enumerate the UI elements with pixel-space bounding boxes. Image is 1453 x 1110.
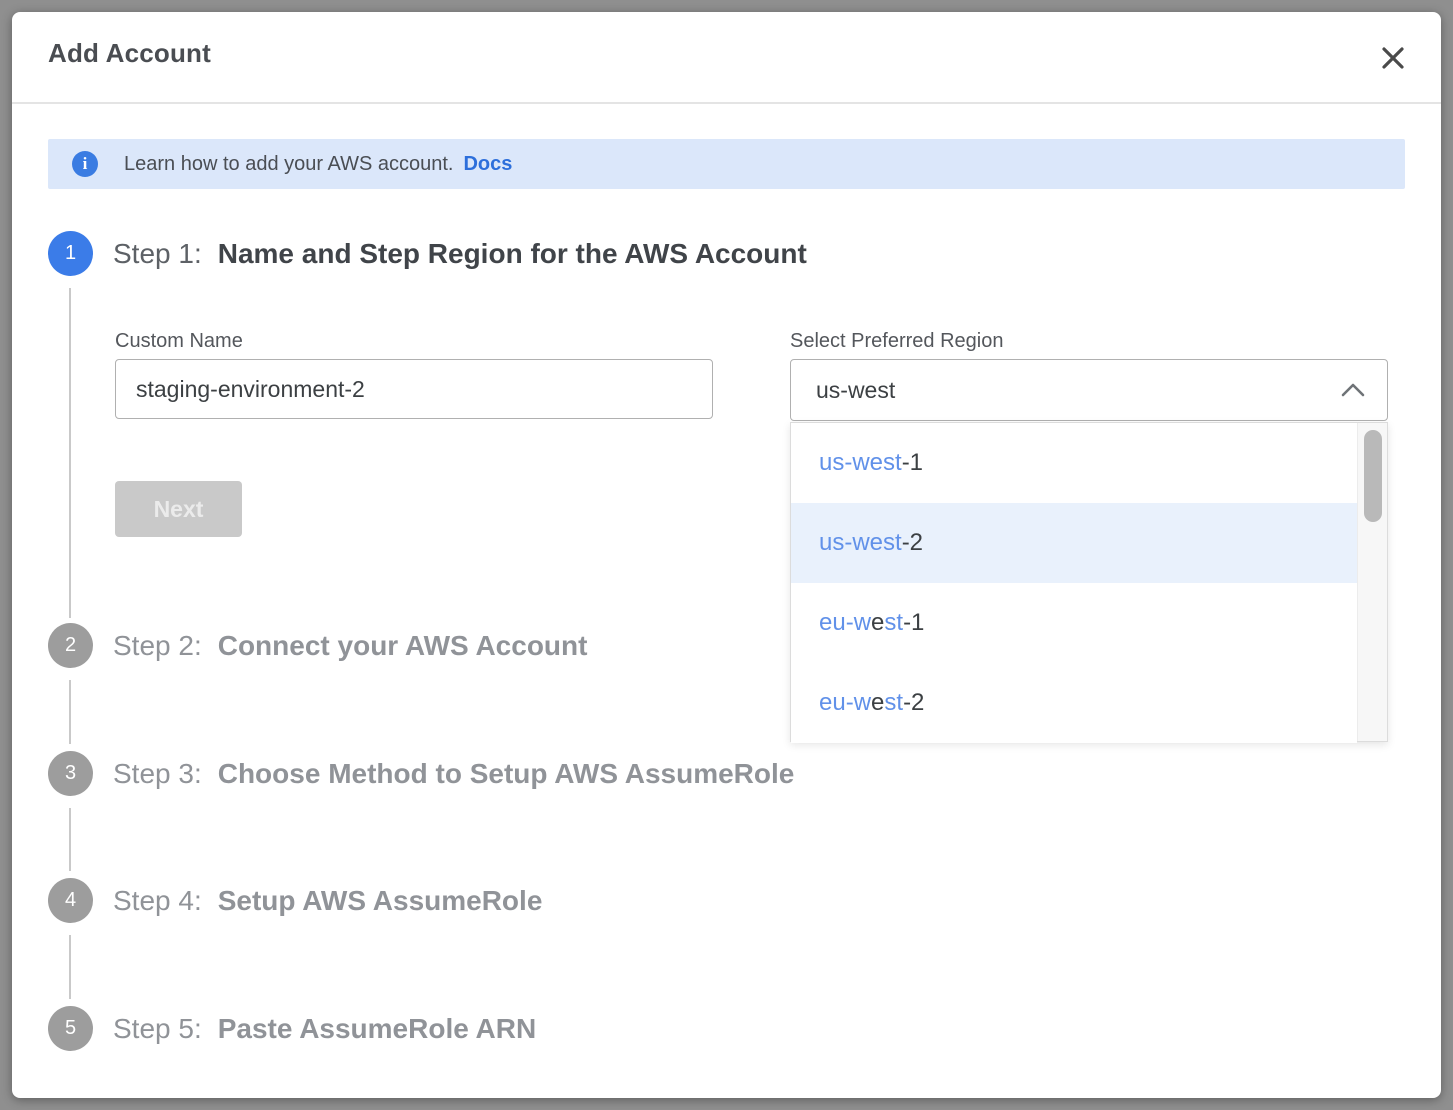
step-connector xyxy=(69,935,71,999)
dropdown-scrollbar-thumb[interactable] xyxy=(1364,430,1382,522)
region-value: us-west xyxy=(816,377,1341,404)
close-button[interactable] xyxy=(1373,38,1413,78)
info-banner: i Learn how to add your AWS account. Doc… xyxy=(48,139,1405,189)
option-text-rest: e xyxy=(871,609,884,636)
step-4-name: Setup AWS AssumeRole xyxy=(218,885,543,917)
region-option-eu-west-2[interactable]: eu-west-2 xyxy=(791,663,1357,743)
step-3-badge: 3 xyxy=(48,751,93,796)
header-divider xyxy=(12,102,1441,104)
chevron-up-icon xyxy=(1341,383,1365,397)
step-1-badge: 1 xyxy=(48,231,93,276)
step-5-prefix: Step 5: xyxy=(113,1013,202,1045)
option-text-rest: -2 xyxy=(903,689,924,716)
step-connector xyxy=(69,288,71,618)
option-text-rest: e xyxy=(871,689,884,716)
modal-header: Add Account xyxy=(12,12,1441,102)
step-2-title: Step 2: Connect your AWS Account xyxy=(113,623,587,668)
step-1-prefix: Step 1: xyxy=(113,238,202,270)
option-text-match: st xyxy=(884,609,903,636)
step-4-badge: 4 xyxy=(48,878,93,923)
step-4-prefix: Step 4: xyxy=(113,885,202,917)
dropdown-scrollbar-track[interactable] xyxy=(1357,423,1387,741)
region-dropdown-list: us-west-1 us-west-2 eu-west-1 eu-west-2 xyxy=(791,423,1357,741)
next-button[interactable]: Next xyxy=(115,481,242,537)
step-2-badge: 2 xyxy=(48,623,93,668)
custom-name-input[interactable] xyxy=(115,359,713,419)
step-connector xyxy=(69,680,71,744)
option-text-rest: -2 xyxy=(902,529,923,556)
option-text-match: eu-w xyxy=(819,689,871,716)
close-icon xyxy=(1380,45,1406,71)
step-5-title: Step 5: Paste AssumeRole ARN xyxy=(113,1006,536,1051)
option-text-rest: -1 xyxy=(902,449,923,476)
region-option-us-west-1[interactable]: us-west-1 xyxy=(791,423,1357,503)
region-option-eu-west-1[interactable]: eu-west-1 xyxy=(791,583,1357,663)
step-1-name: Name and Step Region for the AWS Account xyxy=(218,238,807,270)
modal-title: Add Account xyxy=(48,38,211,69)
region-label: Select Preferred Region xyxy=(790,330,1003,353)
region-dropdown: us-west-1 us-west-2 eu-west-1 eu-west-2 xyxy=(790,422,1388,742)
option-text-rest: -1 xyxy=(903,609,924,636)
add-account-modal: Add Account i Learn how to add your AWS … xyxy=(12,12,1441,1098)
region-option-us-west-2[interactable]: us-west-2 xyxy=(791,503,1357,583)
step-3-prefix: Step 3: xyxy=(113,758,202,790)
option-text-match: us-west xyxy=(819,449,902,476)
step-connector xyxy=(69,808,71,871)
step-2-prefix: Step 2: xyxy=(113,630,202,662)
step-1-title: Step 1: Name and Step Region for the AWS… xyxy=(113,231,807,276)
step-5-name: Paste AssumeRole ARN xyxy=(218,1013,536,1045)
custom-name-label: Custom Name xyxy=(115,330,243,353)
step-3-name: Choose Method to Setup AWS AssumeRole xyxy=(218,758,795,790)
option-text-match: st xyxy=(884,689,903,716)
region-combobox[interactable]: us-west xyxy=(790,359,1388,421)
docs-link[interactable]: Docs xyxy=(463,153,512,176)
info-icon: i xyxy=(72,151,98,177)
step-5-badge: 5 xyxy=(48,1006,93,1051)
step-3-title: Step 3: Choose Method to Setup AWS Assum… xyxy=(113,751,794,796)
step-4-title: Step 4: Setup AWS AssumeRole xyxy=(113,878,542,923)
option-text-match: us-west xyxy=(819,529,902,556)
banner-text: Learn how to add your AWS account. xyxy=(124,153,453,176)
step-2-name: Connect your AWS Account xyxy=(218,630,588,662)
option-text-match: eu-w xyxy=(819,609,871,636)
